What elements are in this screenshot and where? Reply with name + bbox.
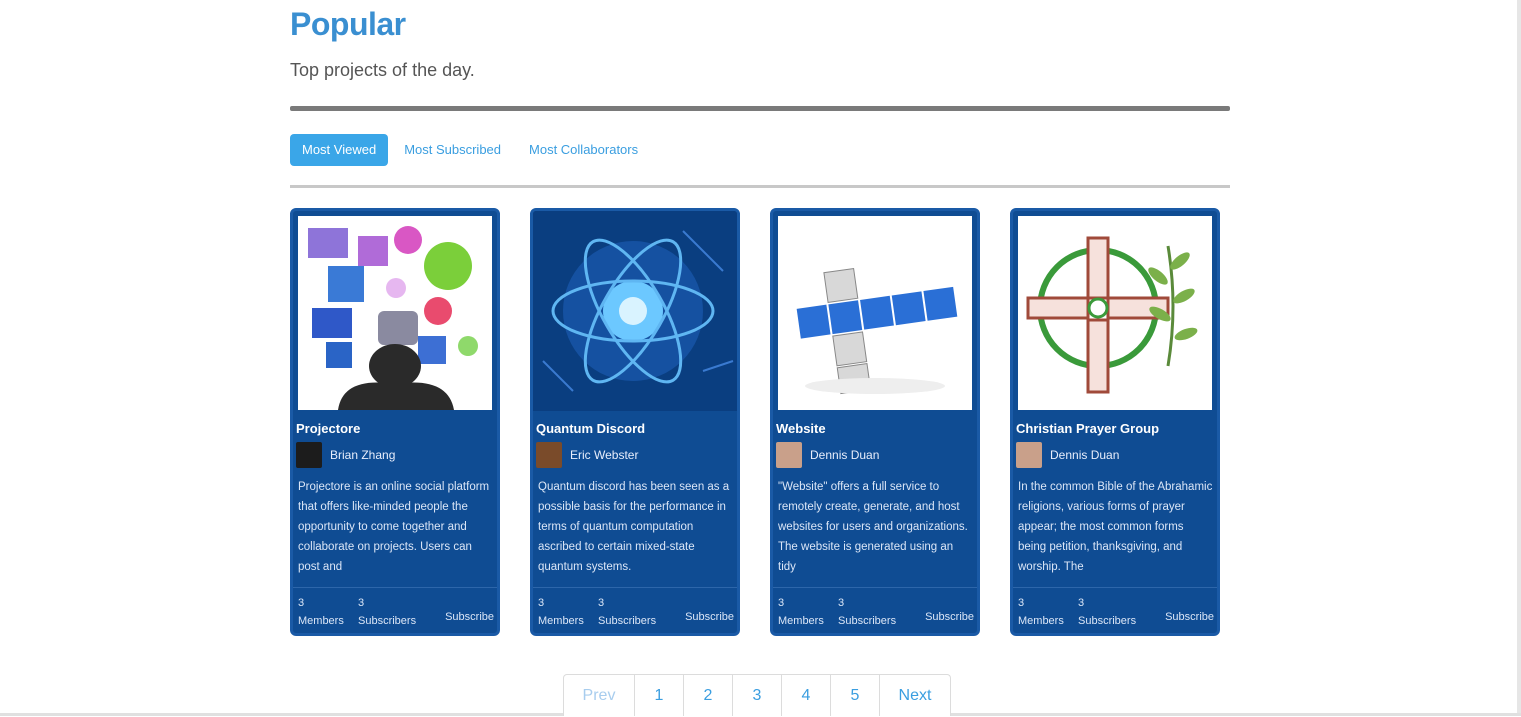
tabs-divider [290,185,1230,188]
page-5-button[interactable]: 5 [830,674,880,716]
celtic-cross-icon [1018,216,1212,410]
subscribers-stat: 3 Subscribers [1078,593,1136,629]
members-stat: 3 Members [1018,593,1064,629]
subscribers-label: Subscribers [1078,615,1137,627]
subscribers-label: Subscribers [598,615,657,627]
project-thumbnail-quantum[interactable] [533,211,737,411]
subscribers-label: Subscribers [358,615,417,627]
project-description: Quantum discord has been seen as a possi… [538,481,730,573]
tab-most-viewed[interactable]: Most Viewed [290,134,389,166]
project-stats: 3 Members 3 Subscribers Subscribe [538,593,734,629]
avatar[interactable] [776,442,802,468]
subscribers-count: 3 [598,597,605,609]
page-3-button[interactable]: 3 [732,674,782,716]
project-thumbnail-collaboration[interactable] [298,216,492,410]
window-edge-right [1517,0,1521,716]
owner-name[interactable]: Dennis Duan [1050,448,1119,462]
project-card[interactable]: Quantum Discord Eric Webster Quantum dis… [530,208,740,636]
project-card[interactable]: Website Dennis Duan "Website" offers a f… [770,208,980,636]
subscribe-link[interactable]: Subscribe [925,611,974,623]
project-owner: Dennis Duan [1016,441,1119,469]
members-count: 3 [298,597,305,609]
card-footer-divider [1013,587,1217,588]
project-owner: Brian Zhang [296,441,395,469]
tab-most-subscribed[interactable]: Most Subscribed [392,134,513,166]
project-card-grid: Projectore Brian Zhang Projectore is an … [290,208,1230,636]
sort-tabs: Most Viewed Most Subscribed Most Collabo… [290,134,654,166]
members-stat: 3 Members [778,593,824,629]
subscribers-count: 3 [358,597,365,609]
card-footer-divider [773,587,977,588]
project-thumbnail-prayer[interactable] [1018,216,1212,410]
project-stats: 3 Members 3 Subscribers Subscribe [778,593,974,629]
tab-most-collaborators[interactable]: Most Collaborators [517,134,650,166]
project-name[interactable]: Christian Prayer Group [1016,421,1159,436]
members-label: Members [1018,615,1064,627]
members-label: Members [298,615,344,627]
page-subtitle: Top projects of the day. [290,60,475,80]
subscribers-count: 3 [838,597,845,609]
project-thumbnail-website[interactable] [778,216,972,410]
page-2-button[interactable]: 2 [683,674,733,716]
members-count: 3 [1018,597,1025,609]
subscribe-link[interactable]: Subscribe [445,611,494,623]
owner-name[interactable]: Eric Webster [570,448,638,462]
project-description: In the common Bible of the Abrahamic rel… [1018,481,1213,573]
subscribers-count: 3 [1078,597,1085,609]
page-4-button[interactable]: 4 [781,674,831,716]
avatar[interactable] [536,442,562,468]
card-footer-divider [293,587,497,588]
design-cubes-icon [778,216,972,410]
page-title: Popular [290,6,406,42]
project-owner: Eric Webster [536,441,638,469]
members-stat: 3 Members [538,593,584,629]
owner-name[interactable]: Dennis Duan [810,448,879,462]
pagination: Prev 1 2 3 4 5 Next [563,674,951,716]
project-description: Projectore is an online social platform … [298,481,490,573]
subscribers-stat: 3 Subscribers [838,593,896,629]
owner-name[interactable]: Brian Zhang [330,448,395,462]
project-description: "Website" offers a full service to remot… [778,481,968,573]
head-ideas-illustration-icon [298,216,492,410]
avatar[interactable] [296,442,322,468]
next-page-button[interactable]: Next [879,674,951,716]
project-stats: 3 Members 3 Subscribers Subscribe [298,593,494,629]
project-name[interactable]: Website [776,421,826,436]
subscribe-link[interactable]: Subscribe [685,611,734,623]
project-name[interactable]: Quantum Discord [536,421,645,436]
subscribers-label: Subscribers [838,615,897,627]
page-1-button[interactable]: 1 [634,674,684,716]
members-label: Members [778,615,824,627]
subscribers-stat: 3 Subscribers [598,593,656,629]
members-label: Members [538,615,584,627]
members-count: 3 [778,597,785,609]
project-card[interactable]: Christian Prayer Group Dennis Duan In th… [1010,208,1220,636]
prev-page-button[interactable]: Prev [563,674,635,716]
project-owner: Dennis Duan [776,441,879,469]
project-card[interactable]: Projectore Brian Zhang Projectore is an … [290,208,500,636]
project-stats: 3 Members 3 Subscribers Subscribe [1018,593,1214,629]
card-footer-divider [533,587,737,588]
project-name[interactable]: Projectore [296,421,360,436]
atom-orbits-icon [533,211,737,411]
subscribers-stat: 3 Subscribers [358,593,416,629]
subscribe-link[interactable]: Subscribe [1165,611,1214,623]
members-count: 3 [538,597,545,609]
header-divider [290,106,1230,111]
members-stat: 3 Members [298,593,344,629]
avatar[interactable] [1016,442,1042,468]
